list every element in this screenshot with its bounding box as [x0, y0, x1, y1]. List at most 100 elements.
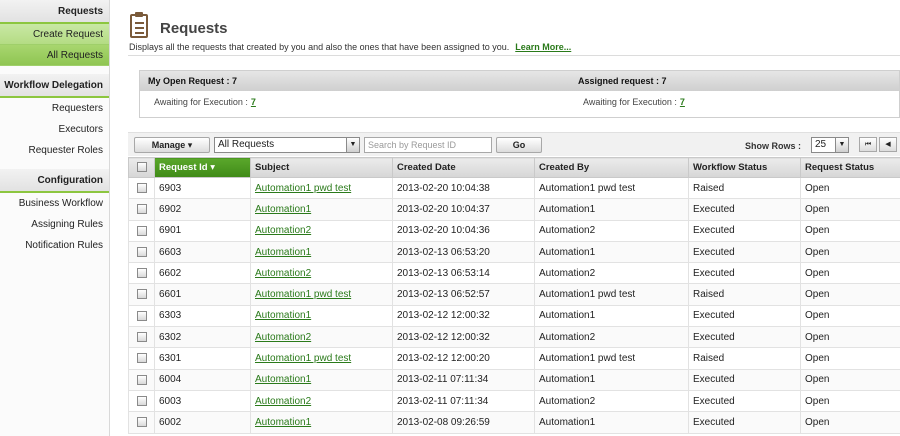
cell-request-status: Open — [800, 198, 900, 221]
column-header-request-status[interactable]: Request Status — [800, 157, 900, 178]
awaiting-execution-left-count[interactable]: 7 — [251, 97, 256, 107]
sidebar-item-executors[interactable]: Executors — [0, 119, 109, 140]
go-button[interactable]: Go — [496, 137, 542, 153]
table-row[interactable]: 6003 Automation2 2013-02-11 07:11:34 Automa… — [128, 389, 900, 413]
table-row[interactable]: 6301 Automation1 pwd test 2013-02-12 12:00… — [128, 347, 900, 370]
request-id-search-input[interactable] — [364, 137, 492, 153]
subject-link[interactable]: Automation1 — [255, 310, 311, 321]
column-header-workflow-status[interactable]: Workflow Status — [688, 157, 801, 178]
cell-created-by: Automation1 — [534, 368, 689, 391]
table-row[interactable]: 6002 Automation1 2013-02-08 09:26:59 Automa… — [128, 411, 900, 434]
cell-created-date: 2013-02-11 07:11:34 — [392, 389, 535, 413]
table-row[interactable]: 6004 Automation1 2013-02-11 07:11:34 Automa… — [128, 368, 900, 391]
cell-subject: Automation1 pwd test — [250, 176, 393, 200]
table-row[interactable]: 6903 Automation1 pwd test 2013-02-20 10:04… — [128, 176, 900, 200]
request-filter-select[interactable]: All Requests ▼ — [214, 137, 360, 153]
table-row[interactable]: 6302 Automation2 2013-02-12 12:00:32 Automa… — [128, 326, 900, 349]
table-row[interactable]: 6602 Automation2 2013-02-13 06:53:14 Automa… — [128, 262, 900, 285]
cell-workflow-status: Executed — [688, 304, 801, 328]
column-header-subject[interactable]: Subject — [250, 157, 393, 178]
cell-subject: Automation2 — [250, 219, 393, 242]
sidebar-item-notification-rules[interactable]: Notification Rules — [0, 235, 109, 256]
cell-request-id: 6303 — [154, 304, 251, 328]
cell-created-date: 2013-02-13 06:53:14 — [392, 262, 535, 285]
column-header-created-by[interactable]: Created By — [534, 157, 689, 178]
cell-created-date: 2013-02-13 06:53:20 — [392, 240, 535, 264]
cell-workflow-status: Executed — [688, 240, 801, 264]
awaiting-execution-right: Awaiting for Execution :7 — [583, 97, 685, 107]
row-checkbox[interactable] — [128, 368, 155, 391]
rows-per-page-select[interactable]: 25 ▼ — [811, 137, 849, 153]
column-header-request-id[interactable]: Request Id ▾ — [154, 157, 251, 178]
sidebar-item-requesters[interactable]: Requesters — [0, 98, 109, 119]
cell-request-id: 6902 — [154, 198, 251, 221]
subject-link[interactable]: Automation1 — [255, 204, 311, 215]
subject-link[interactable]: Automation1 pwd test — [255, 353, 351, 364]
cell-workflow-status: Executed — [688, 198, 801, 221]
cell-workflow-status: Executed — [688, 389, 801, 413]
row-checkbox[interactable] — [128, 283, 155, 306]
row-checkbox[interactable] — [128, 411, 155, 434]
row-checkbox[interactable] — [128, 347, 155, 370]
first-page-icon[interactable]: ⏮ — [859, 137, 877, 152]
awaiting-execution-right-count[interactable]: 7 — [680, 97, 685, 107]
sidebar-item-assigning-rules[interactable]: Assigning Rules — [0, 214, 109, 235]
column-header-created-date[interactable]: Created Date — [392, 157, 535, 178]
cell-request-id: 6003 — [154, 389, 251, 413]
chevron-down-icon: ▼ — [346, 138, 359, 152]
select-all-checkbox[interactable] — [128, 157, 155, 178]
table-row[interactable]: 6902 Automation1 2013-02-20 10:04:37 Automa… — [128, 198, 900, 221]
row-checkbox[interactable] — [128, 198, 155, 221]
page-description-text: Displays all the requests that created b… — [129, 42, 510, 52]
row-checkbox[interactable] — [128, 389, 155, 413]
cell-request-status: Open — [800, 347, 900, 370]
previous-page-icon[interactable]: ◀ — [879, 137, 897, 152]
cell-created-date: 2013-02-20 10:04:37 — [392, 198, 535, 221]
requests-table: Request Id ▾ Subject Created Date Create… — [128, 157, 900, 434]
row-checkbox[interactable] — [128, 304, 155, 328]
cell-workflow-status: Raised — [688, 283, 801, 306]
subject-link[interactable]: Automation2 — [255, 225, 311, 236]
cell-request-id: 6302 — [154, 326, 251, 349]
subject-link[interactable]: Automation2 — [255, 268, 311, 279]
row-checkbox[interactable] — [128, 326, 155, 349]
table-row[interactable]: 6303 Automation1 2013-02-12 12:00:32 Automa… — [128, 304, 900, 328]
sidebar-item-create-request[interactable]: Create Request — [0, 24, 109, 45]
subject-link[interactable]: Automation1 pwd test — [255, 289, 351, 300]
subject-link[interactable]: Automation1 pwd test — [255, 183, 351, 194]
subject-link[interactable]: Automation1 — [255, 374, 311, 385]
summary-header: My Open Request : 7 Assigned request : 7 — [140, 71, 899, 91]
cell-created-date: 2013-02-20 10:04:38 — [392, 176, 535, 200]
cell-request-status: Open — [800, 368, 900, 391]
manage-dropdown-button[interactable]: Manage ▾ — [134, 137, 210, 153]
row-checkbox[interactable] — [128, 219, 155, 242]
subject-link[interactable]: Automation1 — [255, 417, 311, 428]
cell-request-status: Open — [800, 240, 900, 264]
row-checkbox[interactable] — [128, 240, 155, 264]
table-row[interactable]: 6603 Automation1 2013-02-13 06:53:20 Automa… — [128, 240, 900, 264]
table-row[interactable]: 6901 Automation2 2013-02-20 10:04:36 Automa… — [128, 219, 900, 242]
subject-link[interactable]: Automation2 — [255, 396, 311, 407]
subject-link[interactable]: Automation2 — [255, 332, 311, 343]
cell-workflow-status: Executed — [688, 219, 801, 242]
cell-request-id: 6901 — [154, 219, 251, 242]
cell-request-status: Open — [800, 411, 900, 434]
table-header-row: Request Id ▾ Subject Created Date Create… — [128, 157, 900, 178]
cell-created-by: Automation1 pwd test — [534, 176, 689, 200]
sort-down-icon: ▾ — [210, 162, 215, 173]
sidebar-item-all-requests[interactable]: All Requests — [0, 45, 109, 66]
chevron-down-icon: ▼ — [835, 138, 848, 152]
table-row[interactable]: 6601 Automation1 pwd test 2013-02-13 06:52… — [128, 283, 900, 306]
learn-more-link[interactable]: Learn More... — [515, 42, 571, 52]
cell-created-by: Automation1 pwd test — [534, 283, 689, 306]
cell-request-status: Open — [800, 219, 900, 242]
sidebar-header-requests: Requests — [0, 0, 109, 24]
row-checkbox[interactable] — [128, 176, 155, 200]
cell-created-by: Automation1 — [534, 304, 689, 328]
cell-request-id: 6603 — [154, 240, 251, 264]
sidebar-item-requester-roles[interactable]: Requester Roles — [0, 140, 109, 161]
sidebar-item-business-workflow[interactable]: Business Workflow — [0, 193, 109, 214]
row-checkbox[interactable] — [128, 262, 155, 285]
subject-link[interactable]: Automation1 — [255, 247, 311, 258]
cell-workflow-status: Executed — [688, 368, 801, 391]
